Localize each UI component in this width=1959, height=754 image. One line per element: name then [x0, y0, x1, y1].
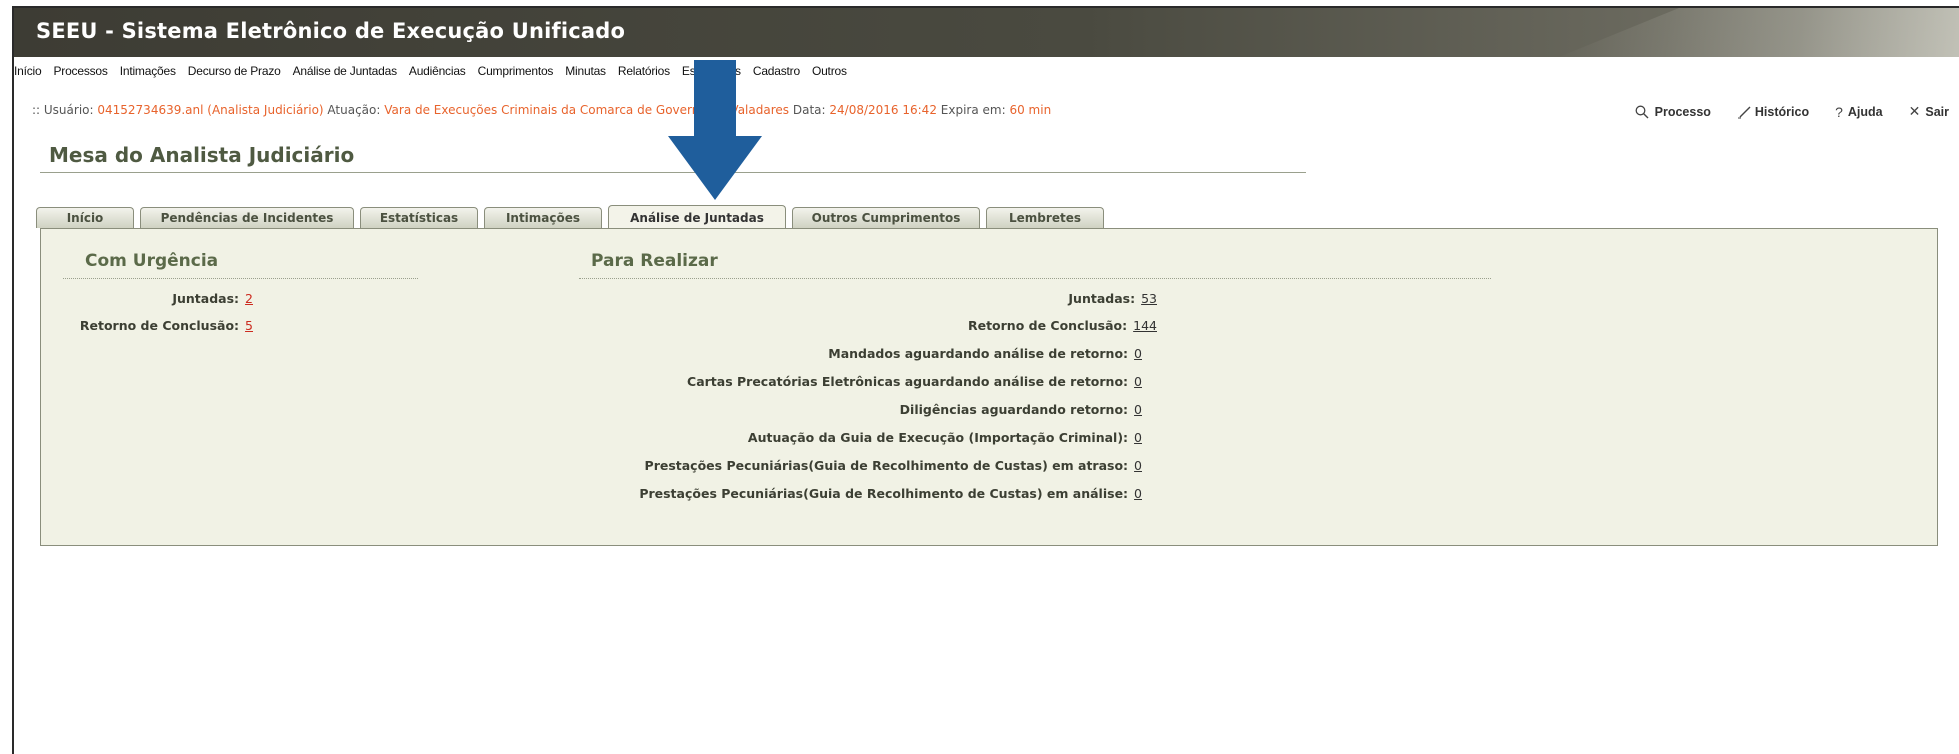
historico-button[interactable]: Histórico: [1737, 105, 1809, 119]
sair-button[interactable]: ✕ Sair: [1909, 103, 1949, 120]
realizar-row: Prestações Pecuniárias(Guia de Recolhime…: [645, 458, 1142, 473]
session-info: :: Usuário: 04152734639.anl (Analista Ju…: [32, 103, 1051, 117]
realizar-prestacoes-atraso-link[interactable]: 0: [1134, 458, 1142, 473]
realizar-row: Juntadas: 53: [1068, 291, 1157, 306]
tab-panel: Com Urgência Juntadas: 2 Retorno de Concl…: [40, 228, 1938, 546]
section-title-realizar: Para Realizar: [591, 251, 718, 271]
expira-value: 60 min: [1009, 103, 1052, 117]
section-title-urgencia: Com Urgência: [85, 251, 219, 271]
user-value: 04152734639.anl (Analista Judiciário): [97, 103, 324, 117]
section-divider-realizar: [579, 278, 1491, 280]
row-label: Mandados aguardando análise de retorno:: [828, 346, 1129, 361]
tab-pendencias-de-incidentes[interactable]: Pendências de Incidentes: [140, 207, 354, 228]
urgencia-row-retorno: Retorno de Conclusão: 5: [80, 318, 253, 333]
menu-item-inicio[interactable]: Início: [14, 64, 47, 78]
menu-item-cumprimentos[interactable]: Cumprimentos: [478, 64, 560, 78]
ajuda-button[interactable]: ? Ajuda: [1835, 104, 1883, 120]
realizar-row: Mandados aguardando análise de retorno: 0: [828, 346, 1142, 361]
realizar-row: Diligências aguardando retorno: 0: [900, 402, 1142, 417]
app-window: SEEU - Sistema Eletrônico de Execução Un…: [12, 6, 1959, 754]
tab-intimacoes[interactable]: Intimações: [484, 207, 602, 228]
app-title: SEEU - Sistema Eletrônico de Execução Un…: [36, 19, 626, 43]
row-label: Autuação da Guia de Execução (Importação…: [747, 430, 1129, 445]
tab-analise-de-juntadas[interactable]: Análise de Juntadas: [608, 205, 786, 229]
urgencia-row-juntadas: Juntadas: 2: [172, 291, 253, 306]
menu-item-analise-de-juntadas[interactable]: Análise de Juntadas: [293, 64, 403, 78]
section-divider-urgencia: [63, 278, 418, 280]
urgencia-retorno-link[interactable]: 5: [245, 318, 253, 333]
tab-inicio[interactable]: Início: [36, 207, 134, 228]
data-label: Data:: [792, 103, 826, 117]
realizar-diligencias-link[interactable]: 0: [1134, 402, 1142, 417]
menu-item-processos[interactable]: Processos: [53, 64, 113, 78]
annotation-arrow: [668, 60, 762, 200]
processo-button[interactable]: Processo: [1635, 105, 1711, 119]
expira-label: Expira em:: [940, 103, 1006, 117]
search-icon: [1635, 105, 1649, 118]
menu-item-minutas[interactable]: Minutas: [565, 64, 612, 78]
processo-label: Processo: [1654, 104, 1711, 119]
realizar-prestacoes-analise-link[interactable]: 0: [1134, 486, 1142, 501]
row-label: Diligências aguardando retorno:: [899, 402, 1129, 417]
tab-estatisticas[interactable]: Estatísticas: [360, 207, 478, 228]
realizar-autuacao-link[interactable]: 0: [1134, 430, 1142, 445]
data-value: 24/08/2016 16:42: [829, 103, 937, 117]
menu-item-outros[interactable]: Outros: [812, 64, 853, 78]
row-label: Cartas Precatórias Eletrônicas aguardand…: [687, 374, 1129, 389]
user-prefix: :: Usuário:: [32, 103, 94, 117]
help-icon: ?: [1835, 103, 1843, 120]
close-icon: ✕: [1908, 103, 1921, 119]
row-label: Prestações Pecuniárias(Guia de Recolhime…: [639, 486, 1129, 501]
realizar-row: Autuação da Guia de Execução (Importação…: [748, 430, 1142, 445]
menu-item-decurso-de-prazo[interactable]: Decurso de Prazo: [188, 64, 287, 78]
realizar-juntadas-link[interactable]: 53: [1141, 291, 1157, 306]
ajuda-label: Ajuda: [1847, 104, 1883, 119]
urgencia-juntadas-link[interactable]: 2: [245, 291, 253, 306]
sair-label: Sair: [1925, 104, 1949, 119]
tab-lembretes[interactable]: Lembretes: [986, 207, 1104, 228]
app-header: SEEU - Sistema Eletrônico de Execução Un…: [14, 8, 1959, 57]
realizar-mandados-link[interactable]: 0: [1134, 346, 1142, 361]
page-title: Mesa do Analista Judiciário: [49, 143, 355, 167]
tab-bar: Início Pendências de Incidentes Estatíst…: [36, 204, 1110, 229]
row-label: Juntadas:: [172, 291, 240, 306]
menu-item-audiencias[interactable]: Audiências: [409, 64, 472, 78]
menu-item-intimacoes[interactable]: Intimações: [120, 64, 182, 78]
atuacao-label: Atuação:: [327, 103, 381, 117]
realizar-cartas-link[interactable]: 0: [1134, 374, 1142, 389]
realizar-row: Retorno de Conclusão: 144: [968, 318, 1157, 333]
row-label: Prestações Pecuniárias(Guia de Recolhime…: [644, 458, 1129, 473]
realizar-row: Prestações Pecuniárias(Guia de Recolhime…: [639, 486, 1142, 501]
top-toolbar: Processo Histórico ? Ajuda ✕ Sair: [1609, 103, 1949, 120]
row-label: Retorno de Conclusão:: [967, 318, 1128, 333]
tab-outros-cumprimentos[interactable]: Outros Cumprimentos: [792, 207, 980, 228]
row-label: Retorno de Conclusão:: [79, 318, 240, 333]
pencil-icon: [1737, 106, 1751, 118]
realizar-retorno-link[interactable]: 144: [1133, 318, 1157, 333]
row-label: Juntadas:: [1068, 291, 1136, 306]
realizar-row: Cartas Precatórias Eletrônicas aguardand…: [687, 374, 1142, 389]
historico-label: Histórico: [1754, 104, 1810, 119]
